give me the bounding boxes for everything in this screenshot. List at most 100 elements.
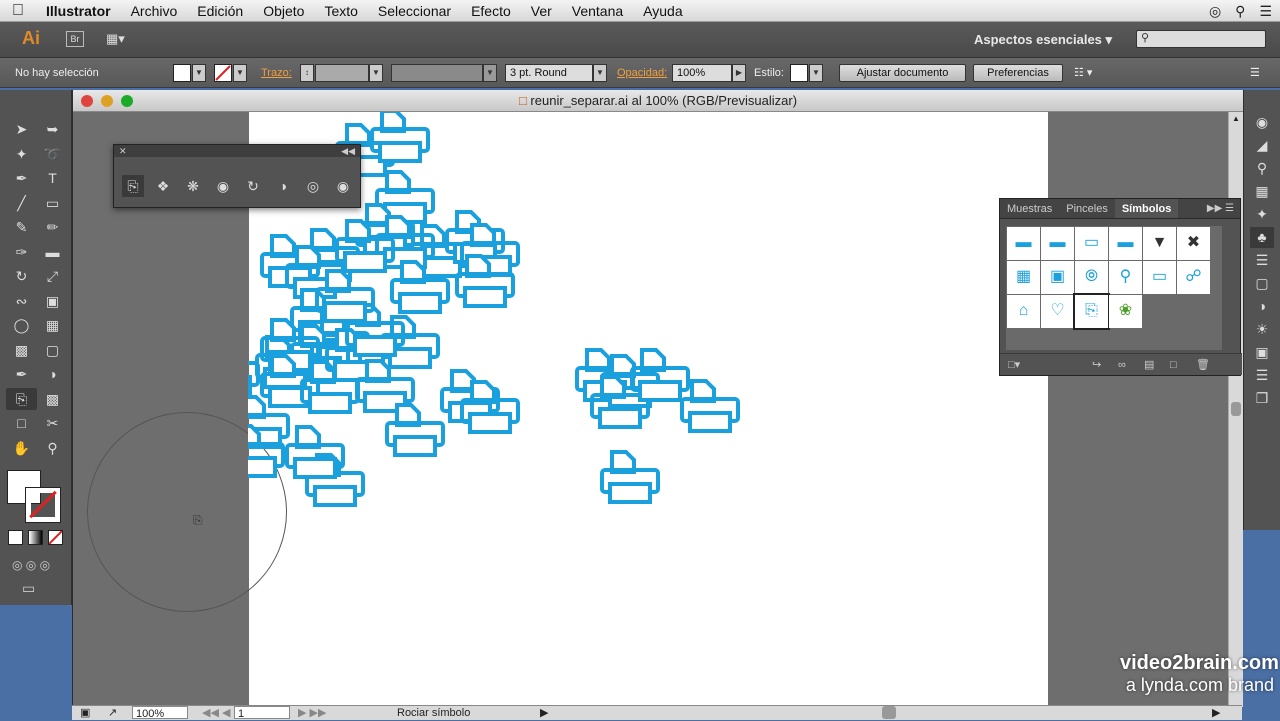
menu-edicion[interactable]: Edición bbox=[187, 0, 253, 22]
color-mode-icon[interactable] bbox=[8, 530, 23, 545]
rectangle-tool-icon[interactable]: ▭ bbox=[37, 192, 68, 215]
control-panel-menu-icon[interactable]: ☰ bbox=[1250, 64, 1260, 82]
menu-objeto[interactable]: Objeto bbox=[253, 0, 314, 22]
symbol-scruncher-icon[interactable]: ❋ bbox=[182, 175, 204, 197]
symbol-shifter-icon[interactable]: ❖ bbox=[152, 175, 174, 197]
rss-symbol-icon[interactable]: ⦾ bbox=[1075, 261, 1108, 294]
symbol-options-icon[interactable]: ▤ bbox=[1144, 354, 1154, 376]
scale-tool-icon[interactable]: ⤢ bbox=[37, 265, 68, 288]
symbol-sizer-icon[interactable]: ◉ bbox=[212, 175, 234, 197]
bridge-button[interactable]: Br bbox=[66, 31, 84, 47]
tab-swatches[interactable]: Muestras bbox=[1000, 199, 1059, 218]
place-symbol-icon[interactable]: ↪ bbox=[1092, 354, 1101, 376]
artboard-field[interactable]: 1 bbox=[234, 706, 290, 720]
status-menu-icon[interactable]: ▶ bbox=[540, 706, 548, 720]
symbols-icon[interactable]: ♣ bbox=[1250, 227, 1274, 248]
graphic-style-dropdown-icon[interactable]: ▼ bbox=[809, 64, 823, 82]
symbol-sprayer-tool-icon[interactable]: ⎘ bbox=[6, 387, 37, 410]
delete-symbol-icon[interactable]: 🗑 bbox=[1196, 354, 1210, 376]
symbol-screener-icon[interactable]: ◎ bbox=[302, 175, 324, 197]
pen-tool-icon[interactable]: ✒ bbox=[6, 167, 37, 190]
type-tool-icon[interactable]: T bbox=[37, 167, 68, 190]
document-setup-button[interactable]: Ajustar documento bbox=[839, 64, 966, 82]
magnifier-symbol-icon[interactable]: ⚲ bbox=[1109, 261, 1142, 294]
hand-tool-icon[interactable]: ✋ bbox=[6, 437, 37, 460]
film-symbol-icon[interactable]: ▣ bbox=[1041, 261, 1074, 294]
help-search-input[interactable]: ⚲ bbox=[1136, 30, 1266, 48]
stroke-label[interactable]: Trazo: bbox=[261, 64, 292, 82]
dropdown-arrow-symbol-icon[interactable]: ▼ bbox=[1143, 227, 1176, 260]
printer-symbol-instance[interactable] bbox=[385, 403, 445, 457]
minimize-window-button[interactable] bbox=[101, 95, 113, 107]
lasso-tool-icon[interactable]: ➰ bbox=[37, 143, 68, 166]
tab-symbols[interactable]: Símbolos bbox=[1114, 199, 1179, 218]
fill-color-swatch[interactable] bbox=[173, 64, 191, 82]
magic-wand-tool-icon[interactable]: ✦ bbox=[6, 143, 37, 166]
flower-symbol-icon[interactable]: ❀ bbox=[1109, 295, 1142, 328]
creative-cloud-icon[interactable]: ◎ bbox=[1209, 3, 1221, 20]
symbol-spinner-icon[interactable]: ↻ bbox=[242, 175, 264, 197]
eraser-tool-icon[interactable]: ▬ bbox=[37, 241, 68, 264]
pencil-tool-icon[interactable]: ✏ bbox=[37, 216, 68, 239]
stroke-dropdown-icon[interactable]: ▼ bbox=[233, 64, 247, 82]
symbol-button-3-icon[interactable]: ▭ bbox=[1075, 227, 1108, 260]
graphic-style-swatch[interactable] bbox=[790, 64, 808, 82]
cart-symbol-icon[interactable]: ☍ bbox=[1177, 261, 1210, 294]
new-symbol-icon[interactable]: □ bbox=[1170, 354, 1177, 376]
shape-builder-tool-icon[interactable]: ◯ bbox=[6, 314, 37, 337]
graphic-styles-icon[interactable]: ▣ bbox=[1250, 342, 1274, 363]
gradient-tool-icon[interactable]: ▢ bbox=[37, 339, 68, 362]
selection-tool-icon[interactable]: ➤ bbox=[6, 118, 37, 141]
layers-icon[interactable]: ☰ bbox=[1250, 365, 1274, 386]
stroke-icon[interactable]: ☰ bbox=[1250, 250, 1274, 271]
heart-plus-symbol-icon[interactable]: ♡ bbox=[1041, 295, 1074, 328]
color-guide-icon[interactable]: ◉ bbox=[1250, 112, 1274, 133]
brush-definition-field[interactable]: 3 pt. Round bbox=[505, 64, 593, 82]
align-options-icon[interactable]: ☷ ▾ bbox=[1074, 64, 1092, 82]
status-share-icon[interactable]: ↗ bbox=[108, 706, 117, 720]
rotate-tool-icon[interactable]: ↻ bbox=[6, 265, 37, 288]
spotlight-search-icon[interactable]: ⚲ bbox=[1235, 3, 1245, 20]
column-graph-tool-icon[interactable]: ▩ bbox=[37, 388, 68, 411]
zoom-field[interactable]: 100% bbox=[132, 706, 188, 720]
stroke-weight-stepper[interactable]: ↕ bbox=[300, 64, 314, 82]
scroll-up-icon[interactable]: ▲ bbox=[1232, 114, 1240, 123]
printer-symbol-instance[interactable] bbox=[248, 343, 260, 397]
none-mode-icon[interactable] bbox=[48, 530, 63, 545]
variable-width-profile[interactable] bbox=[391, 64, 483, 82]
symbol-button-1-icon[interactable]: ▬ bbox=[1007, 227, 1040, 260]
scroll-right-icon[interactable]: ▶ bbox=[1212, 706, 1220, 720]
artboard-tool-icon[interactable]: □ bbox=[6, 412, 37, 435]
artboard-nav-next-icon[interactable]: ▶ ▶▶ bbox=[298, 706, 326, 720]
menu-ayuda[interactable]: Ayuda bbox=[633, 0, 692, 22]
symbol-libraries-icon[interactable]: □▾ bbox=[1000, 359, 1020, 371]
artboards-icon[interactable]: ❐ bbox=[1250, 388, 1274, 409]
transparency-icon[interactable]: ◑ bbox=[1250, 296, 1274, 317]
artboard-nav-prev-icon[interactable]: ◀◀ ◀ bbox=[202, 706, 230, 720]
horizontal-scroll-thumb[interactable] bbox=[882, 706, 896, 719]
free-transform-tool-icon[interactable]: ▣ bbox=[37, 290, 68, 313]
gradient-mode-icon[interactable] bbox=[28, 530, 43, 545]
menu-app[interactable]: Illustrator bbox=[36, 0, 121, 22]
screen-mode-icon[interactable]: ▭ bbox=[22, 580, 35, 597]
arrange-documents-icon[interactable]: ▦▾ bbox=[106, 31, 125, 47]
fill-dropdown-icon[interactable]: ▼ bbox=[192, 64, 206, 82]
brush-definition-dropdown-icon[interactable]: ▼ bbox=[593, 64, 607, 82]
printer-symbol-instance[interactable] bbox=[285, 425, 345, 479]
swatches-icon[interactable]: ▦ bbox=[1250, 181, 1274, 202]
printer-symbol-instance[interactable] bbox=[600, 450, 660, 504]
drawing-mode-icons[interactable]: ◎ ◎ ◎ bbox=[12, 558, 50, 572]
opacity-label[interactable]: Opacidad: bbox=[617, 64, 667, 82]
menu-archivo[interactable]: Archivo bbox=[121, 0, 188, 22]
close-symbol-icon[interactable]: ✖ bbox=[1177, 227, 1210, 260]
line-tool-icon[interactable]: ╱ bbox=[6, 192, 37, 215]
gradient-icon[interactable]: ▢ bbox=[1250, 273, 1274, 294]
stroke-weight-dropdown-icon[interactable]: ▼ bbox=[369, 64, 383, 82]
stroke-color-swatch[interactable] bbox=[214, 64, 232, 82]
navigator-icon[interactable]: ⚲ bbox=[1250, 158, 1274, 179]
preferences-button[interactable]: Preferencias bbox=[973, 64, 1063, 82]
brushes-icon[interactable]: ✦ bbox=[1250, 204, 1274, 225]
zoom-tool-icon[interactable]: ⚲ bbox=[37, 437, 68, 460]
menu-ventana[interactable]: Ventana bbox=[562, 0, 633, 22]
apple-icon[interactable]:  bbox=[0, 2, 36, 20]
